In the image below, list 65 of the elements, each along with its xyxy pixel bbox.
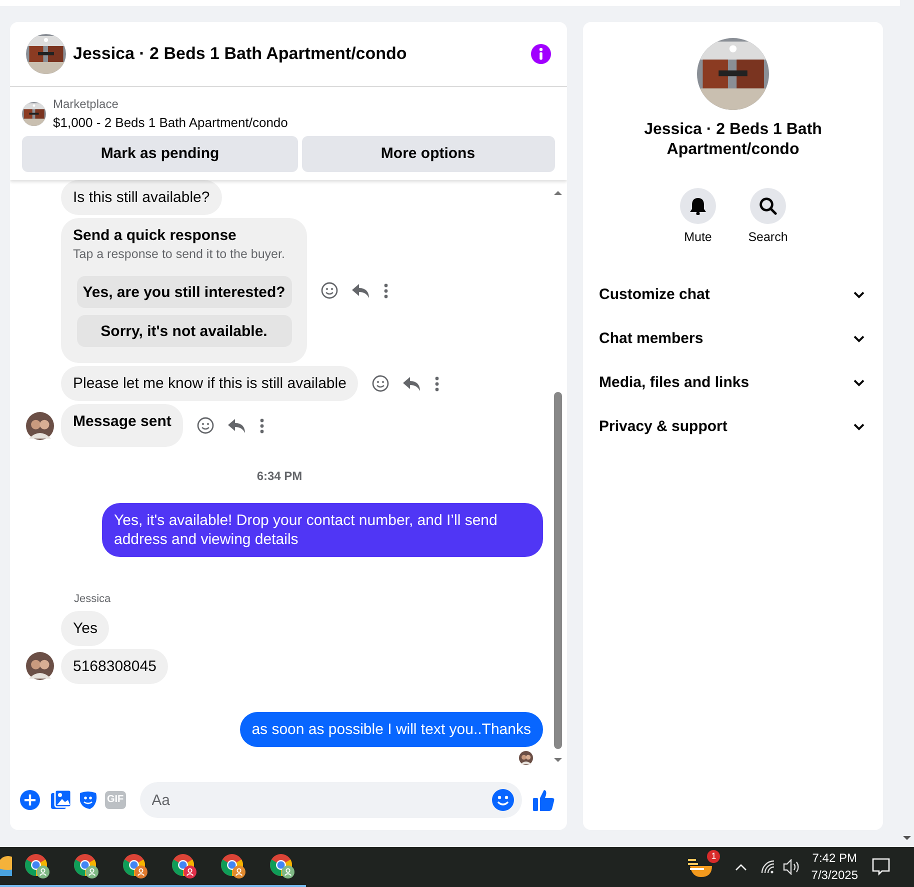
section-row[interactable]: Customize chat: [583, 273, 883, 318]
smiley-icon[interactable]: [372, 375, 390, 392]
listing-summary: $1,000 - 2 Beds 1 Bath Apartment/condo: [53, 114, 288, 132]
section-row[interactable]: Media, files and links: [583, 361, 883, 406]
more-icon[interactable]: [384, 282, 388, 298]
search-button[interactable]: [750, 188, 786, 224]
bell-icon: [690, 197, 706, 215]
chevron-up-icon[interactable]: [735, 863, 748, 871]
message-bubble: Please let me know if this is still available: [61, 366, 358, 401]
section-label: Chat members: [599, 329, 704, 349]
browser-icon: [24, 853, 50, 879]
wifi-icon[interactable]: [761, 860, 776, 874]
smiley-icon[interactable]: [321, 282, 338, 299]
volume-icon[interactable]: [783, 859, 802, 875]
listing-source: Marketplace: [53, 96, 120, 113]
browser-icon: [122, 853, 148, 879]
browser-icon: [72, 853, 98, 879]
more-icon[interactable]: [260, 418, 264, 434]
quick-response-hint: Tap a response to send it to the buyer.: [73, 246, 286, 263]
chat-title: Jessica · 2 Beds 1 Bath Apartment/condo: [73, 43, 408, 66]
section-label: Privacy & support: [599, 417, 728, 437]
sticker-icon[interactable]: [78, 790, 98, 810]
section-label: Customize chat: [599, 285, 710, 305]
button-label: Search: [748, 228, 788, 246]
more-icon[interactable]: [435, 376, 440, 392]
options-button[interactable]: More options: [302, 136, 554, 172]
message-bubble: Yes, it's available! Drop your contact number, and I’ll send address and viewing details: [102, 503, 543, 557]
button-label: Mute: [684, 228, 712, 246]
info-icon[interactable]: [531, 44, 551, 64]
reply-icon[interactable]: [228, 418, 246, 434]
panel-title: Jessica · 2 Beds 1 Bath Apartment/condo: [643, 120, 823, 160]
clock-date[interactable]: 7/3/2025: [811, 867, 858, 884]
notification-badge: 1: [707, 850, 720, 863]
section-row[interactable]: Chat members: [583, 317, 883, 362]
reply-icon[interactable]: [352, 282, 370, 298]
browser-icon: [170, 853, 196, 879]
smiley-icon[interactable]: [197, 417, 214, 434]
search-icon: [759, 197, 777, 215]
section-label: Media, files and links: [599, 373, 750, 393]
message-bubble: as soon as possible I will text you..Thanks: [240, 712, 543, 746]
browser-icon: [268, 853, 294, 879]
quick-reply-button[interactable]: Sorry, it's not available.: [76, 315, 292, 347]
sender-name: Jessica: [74, 592, 111, 607]
clock-time[interactable]: 7:42 PM: [811, 850, 858, 867]
message-bubble: Yes: [61, 610, 110, 646]
like-icon[interactable]: [533, 789, 555, 811]
section-row[interactable]: Privacy & support: [583, 405, 883, 450]
user-avatar: [26, 652, 54, 680]
quick-reply-button[interactable]: Yes, are you still interested?: [76, 276, 292, 308]
message-bubble: 5168308045: [61, 648, 168, 684]
message-field[interactable]: Aa: [140, 782, 522, 818]
quick-response-title: Send a quick response: [73, 226, 238, 245]
message-bubble: Message sent: [61, 404, 184, 447]
add-icon[interactable]: [20, 790, 40, 810]
browser-icon: [220, 853, 246, 879]
emoji-icon[interactable]: [492, 789, 514, 811]
user-avatar: [26, 412, 54, 440]
timestamp: 6:34 PM: [256, 468, 302, 485]
mute-button[interactable]: [680, 188, 716, 224]
notifications-icon[interactable]: [872, 858, 890, 876]
message-bubble: Is this still available?: [61, 180, 222, 215]
reply-icon[interactable]: [403, 376, 422, 392]
pending-button[interactable]: Mark as pending: [22, 136, 298, 172]
scroll-down-icon[interactable]: [903, 836, 911, 840]
photo-icon[interactable]: [51, 790, 71, 810]
